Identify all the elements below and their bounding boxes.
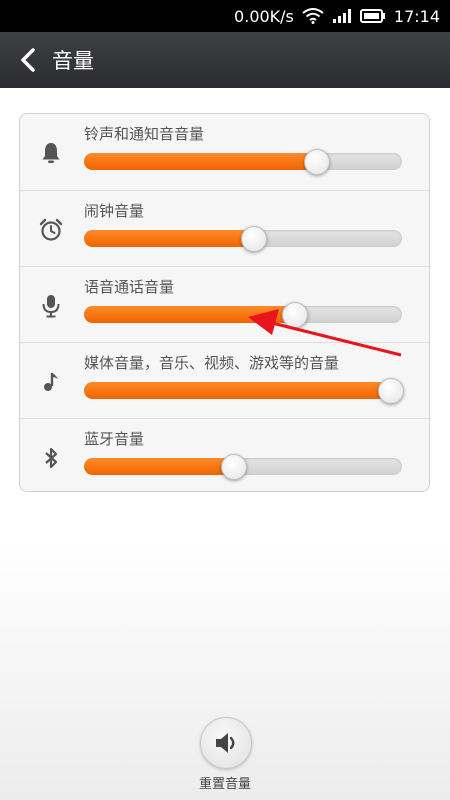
header-bar: 音量: [0, 32, 450, 88]
reset-volume-button[interactable]: [200, 717, 252, 769]
slider-thumb[interactable]: [221, 454, 247, 480]
ringtone-volume-label: 铃声和通知音音量: [84, 125, 205, 143]
media-volume-row: 媒体音量，音乐、视频、游戏等的音量: [20, 342, 429, 419]
wifi-icon: [302, 8, 324, 24]
ringtone-volume-row: 铃声和通知音音量: [20, 114, 429, 190]
bluetooth-icon: [45, 447, 58, 469]
slider-fill: [84, 306, 294, 323]
ringtone-volume-slider[interactable]: [84, 149, 402, 175]
alarm-clock-icon: [39, 218, 63, 241]
media-volume-label: 媒体音量，音乐、视频、游戏等的音量: [84, 354, 340, 372]
voice-call-volume-slider[interactable]: [84, 302, 402, 328]
slider-thumb[interactable]: [304, 149, 330, 175]
slider-thumb[interactable]: [282, 302, 308, 328]
alarm-volume-row: 闹钟音量: [20, 190, 429, 267]
media-volume-slider[interactable]: [84, 378, 404, 404]
status-bar: 0.00K/s 17:14: [0, 0, 450, 32]
bluetooth-volume-row: 蓝牙音量: [20, 418, 429, 495]
slider-thumb[interactable]: [378, 378, 404, 404]
network-speed: 0.00K/s: [234, 6, 294, 26]
reset-volume-label: 重置音量: [198, 777, 251, 792]
battery-icon: [359, 8, 386, 24]
back-button[interactable]: [6, 32, 50, 88]
voice-call-volume-label: 语音通话音量: [84, 278, 175, 296]
music-note-icon: [44, 373, 58, 391]
bluetooth-volume-slider[interactable]: [84, 454, 402, 480]
signal-icon: [332, 8, 352, 24]
alarm-volume-label: 闹钟音量: [84, 202, 145, 220]
volume-settings-card: 铃声和通知音音量 闹钟音量 语音通话音量 媒体音量，音乐、视频、游戏等的音量 蓝…: [19, 113, 430, 492]
alarm-volume-slider[interactable]: [84, 226, 402, 252]
slider-thumb[interactable]: [241, 226, 267, 252]
page-title: 音量: [52, 49, 94, 73]
bluetooth-volume-label: 蓝牙音量: [84, 430, 145, 448]
clock: 17:14: [393, 6, 440, 26]
bell-icon: [42, 143, 60, 163]
slider-fill: [84, 458, 233, 475]
microphone-icon: [42, 295, 60, 318]
slider-fill: [84, 153, 316, 170]
chevron-left-icon: [21, 48, 35, 72]
slider-fill: [84, 230, 253, 247]
voice-call-volume-row: 语音通话音量: [20, 266, 429, 343]
slider-fill: [84, 382, 402, 399]
speaker-icon: [216, 733, 235, 753]
